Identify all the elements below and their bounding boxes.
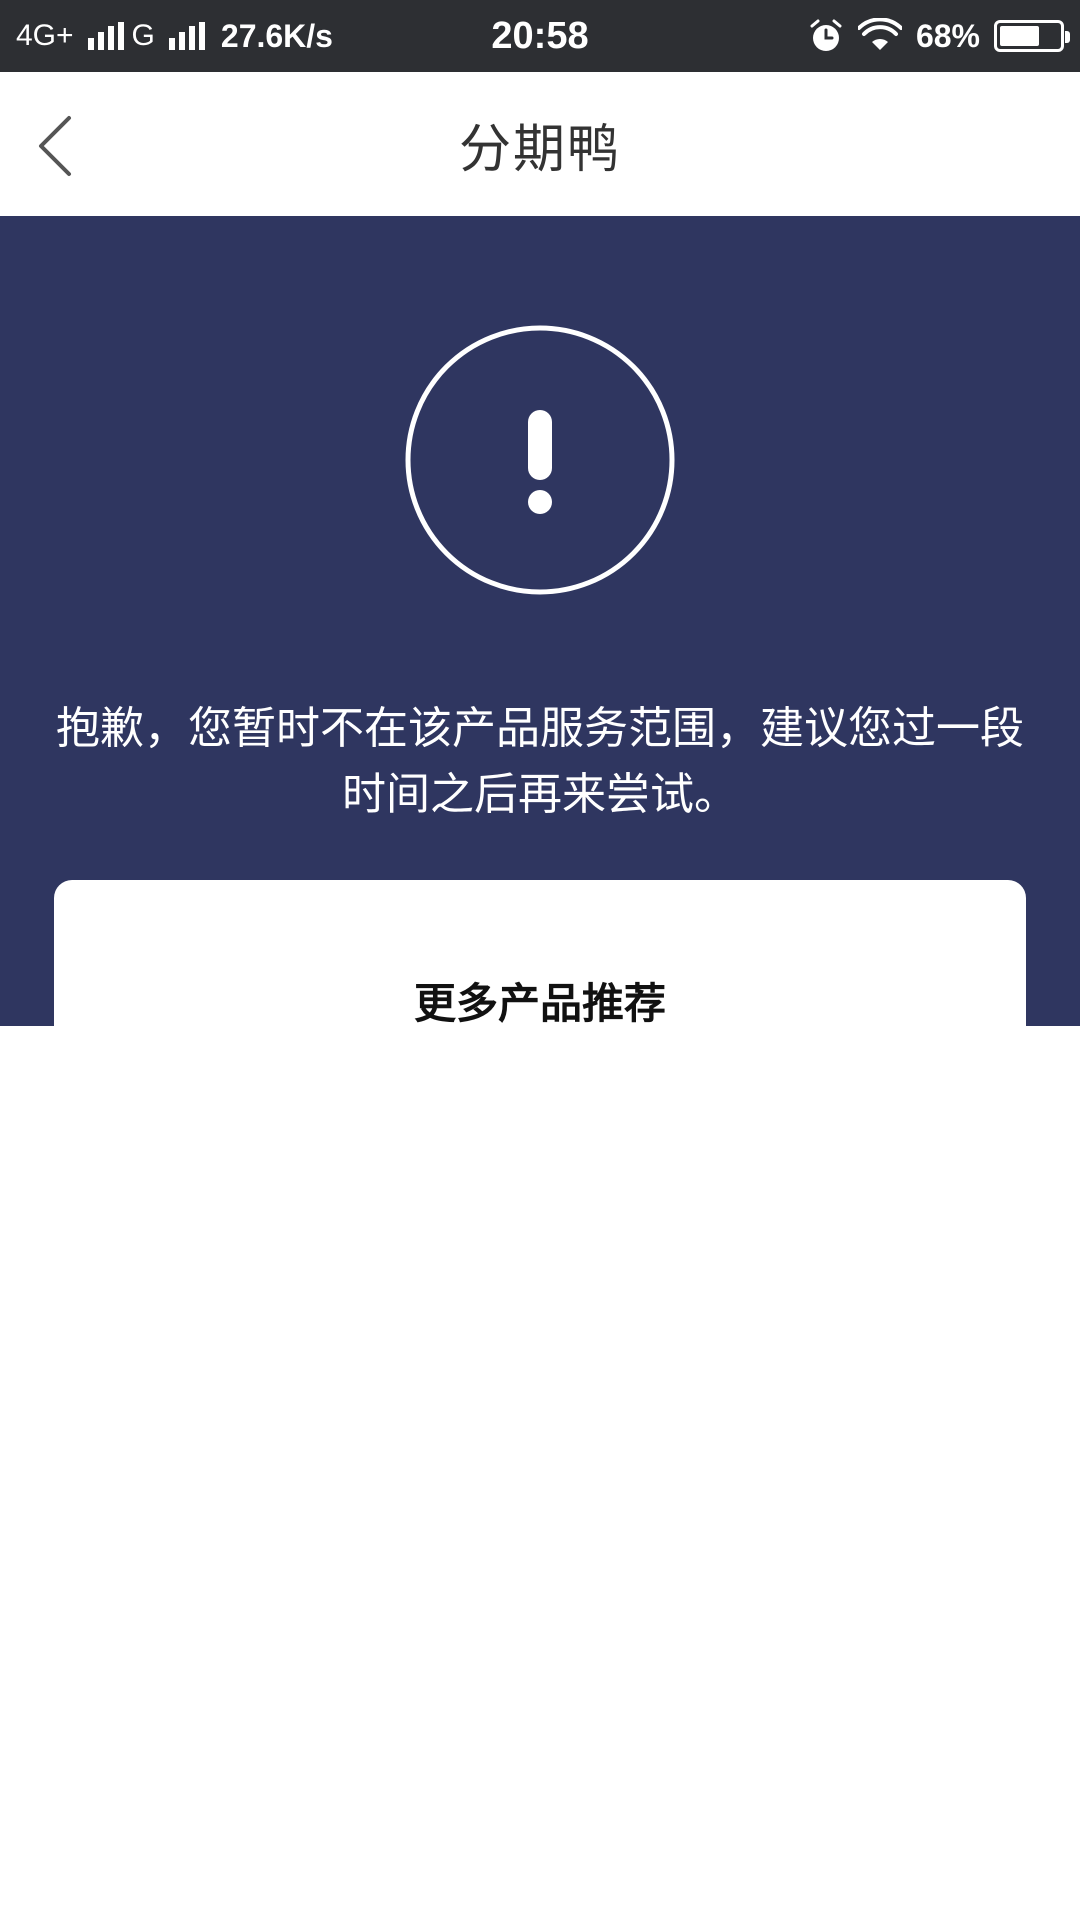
unavailable-message: 抱歉，您暂时不在该产品服务范围，建议您过一段时间之后再来尝试。 — [56, 703, 1024, 820]
recommendation-card: 更多产品推荐 — [54, 880, 1026, 1028]
network-speed: 27.6K/s — [220, 17, 333, 54]
wifi-icon — [857, 18, 902, 50]
signal-icon — [87, 22, 124, 50]
battery-percent: 68% — [915, 17, 980, 54]
network-type-secondary: G — [131, 19, 155, 52]
status-right: 68% — [808, 17, 1070, 55]
clock: 20:58 — [491, 14, 589, 57]
alert-circle-icon — [405, 325, 675, 595]
alarm-icon — [810, 19, 842, 51]
back-button[interactable] — [20, 108, 90, 184]
signal-icon — [168, 22, 205, 50]
battery-fill — [1000, 26, 1040, 46]
page-title: 分期鸭 — [458, 119, 621, 180]
status-bar: 4G+ G 27.6K/s 20:58 68% — [0, 0, 1080, 72]
battery-icon — [994, 20, 1070, 52]
network-type-primary: 4G+ — [16, 19, 74, 52]
card-title: 更多产品推荐 — [413, 979, 666, 1028]
chevron-left-icon — [39, 116, 71, 176]
status-left: 4G+ G 27.6K/s — [16, 18, 333, 55]
nav-header: 分期鸭 — [0, 72, 1080, 216]
